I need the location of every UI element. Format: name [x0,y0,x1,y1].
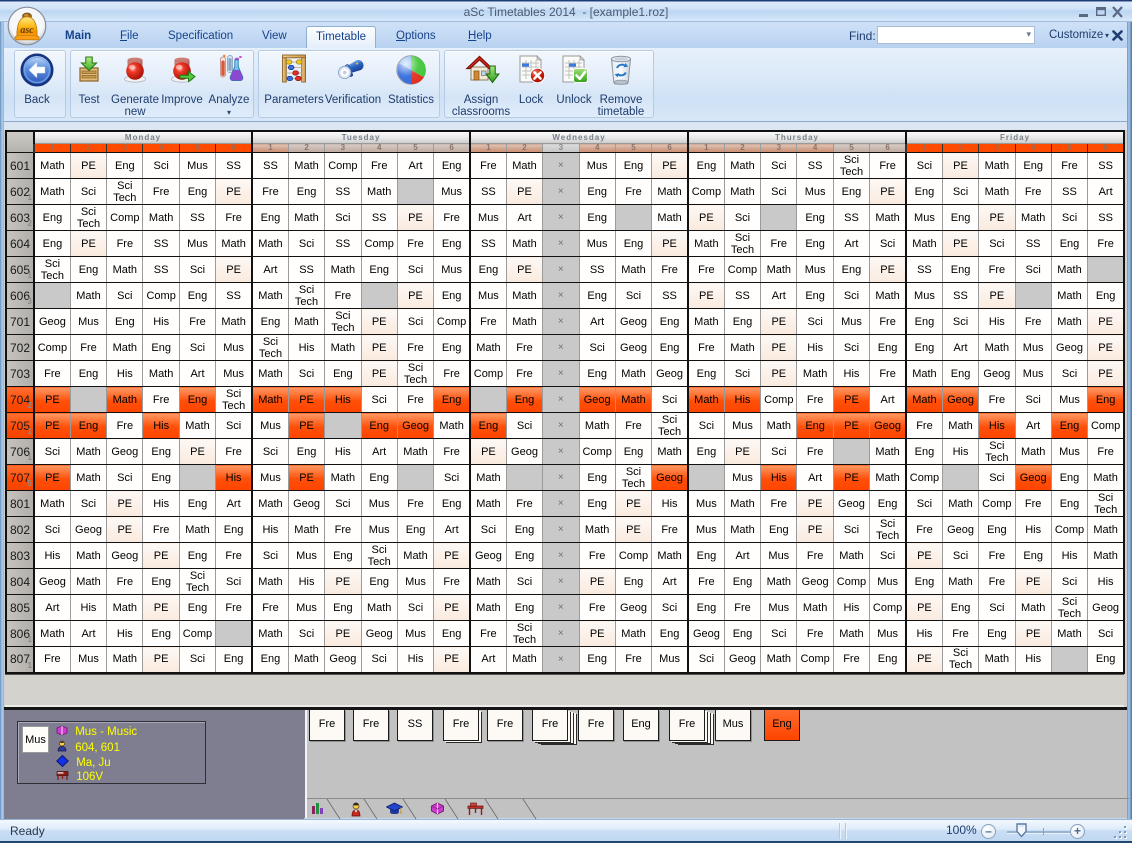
svg-text:asc: asc [20,25,34,36]
